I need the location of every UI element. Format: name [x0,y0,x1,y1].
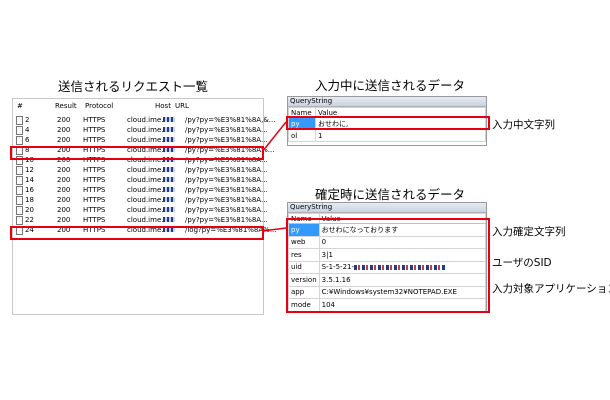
connector-row24 [261,227,287,232]
connector-lines [261,121,287,232]
connector-row8 [261,121,287,153]
